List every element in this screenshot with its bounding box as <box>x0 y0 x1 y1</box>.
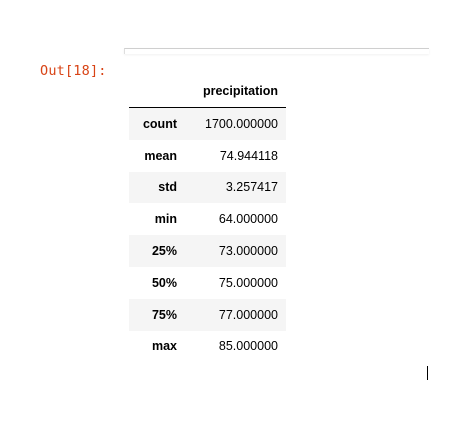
index-header-blank <box>129 75 186 108</box>
cell-value: 64.000000 <box>218 212 278 227</box>
table-row: 75% 77.000000 <box>129 298 286 331</box>
row-label: std <box>158 180 177 195</box>
cell-value: 3.257417 <box>225 180 278 195</box>
output-scroll-edge <box>124 48 429 54</box>
cell-value: 85.000000 <box>218 339 278 354</box>
table-row: mean 74.944118 <box>129 140 286 172</box>
row-label: 50% <box>151 275 177 290</box>
row-label: 75% <box>151 307 177 322</box>
row-label: mean <box>144 148 177 163</box>
table-row: std 3.257417 <box>129 171 286 204</box>
cell-value: 73.000000 <box>218 244 278 259</box>
table-row: 25% 73.000000 <box>129 235 286 267</box>
dataframe-table: precipitation count 1700.000000 mean 74.… <box>129 75 286 362</box>
row-label: max <box>151 339 177 354</box>
cell-value: 75.000000 <box>218 275 278 290</box>
output-prompt: Out[18]: <box>40 63 107 79</box>
table-row: min 64.000000 <box>129 203 286 235</box>
text-cursor <box>427 366 428 380</box>
table-row: count 1700.000000 <box>129 107 286 140</box>
column-header-precipitation: precipitation <box>186 75 286 108</box>
cell-value: 1700.000000 <box>205 116 278 131</box>
row-label: min <box>154 212 177 227</box>
cell-value: 77.000000 <box>218 307 278 322</box>
table-row: 50% 75.000000 <box>129 267 286 299</box>
row-label: count <box>142 116 177 131</box>
cell-value: 74.944118 <box>219 148 278 163</box>
row-label: 25% <box>151 244 177 259</box>
table-row: max 85.000000 <box>129 331 286 363</box>
table-header-row: precipitation <box>129 75 286 108</box>
